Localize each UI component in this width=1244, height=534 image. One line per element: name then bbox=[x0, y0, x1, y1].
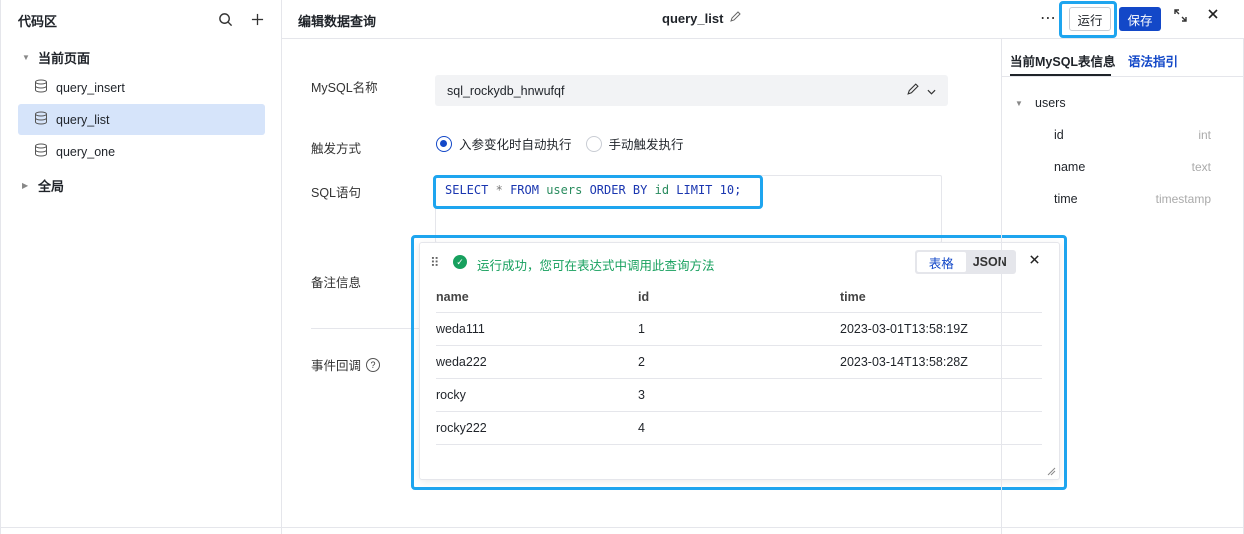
tree-item-query-list[interactable]: query_list bbox=[18, 104, 265, 135]
tree-group-global[interactable]: ▶ 全局 bbox=[22, 176, 64, 195]
tree-item-label: query_one bbox=[56, 144, 116, 159]
remark-label: 备注信息 bbox=[311, 276, 362, 290]
mysql-select[interactable]: sql_rockydb_hnwufqf bbox=[435, 75, 948, 106]
table-cell: 3 bbox=[638, 378, 840, 412]
drag-handle-icon[interactable]: ⠿ bbox=[430, 255, 439, 271]
callback-label: 事件回调 bbox=[311, 359, 362, 373]
view-table-button[interactable]: 表格 bbox=[917, 252, 966, 272]
database-icon bbox=[34, 143, 48, 160]
tree-item-query-insert[interactable]: query_insert bbox=[18, 72, 265, 103]
table-cell: 4 bbox=[638, 411, 840, 445]
edit-icon[interactable] bbox=[729, 11, 742, 26]
caret-right-icon: ▶ bbox=[22, 181, 29, 190]
table-row: rocky222 4 bbox=[436, 411, 1042, 445]
run-button[interactable]: 运行 bbox=[1069, 7, 1111, 31]
table-cell: 1 bbox=[638, 312, 840, 346]
table-info-panel bbox=[1001, 39, 1244, 534]
radio-auto[interactable]: 入参变化时自动执行 bbox=[436, 134, 572, 153]
caret-down-icon: ▼ bbox=[1015, 98, 1023, 108]
callback-row: 事件回调 ? bbox=[311, 355, 381, 374]
table-header-row: name id time bbox=[436, 283, 1042, 313]
tab-syntax-guide[interactable]: 语法指引 bbox=[1128, 51, 1178, 70]
code-panel-title: 代码区 bbox=[18, 14, 58, 29]
field-type: text bbox=[1191, 160, 1211, 174]
success-message: 运行成功，您可在表达式中调用此查询方法 bbox=[477, 259, 715, 273]
caret-down-icon: ▼ bbox=[22, 53, 30, 62]
mysql-name-label: MySQL名称 bbox=[311, 81, 378, 95]
column-header: id bbox=[638, 283, 840, 313]
divider bbox=[311, 328, 421, 329]
radio-manual-label: 手动触发执行 bbox=[608, 138, 684, 152]
field-name: name bbox=[1054, 160, 1086, 174]
trigger-label: 触发方式 bbox=[311, 142, 362, 156]
query-name[interactable]: query_list bbox=[662, 11, 742, 26]
success-check-icon: ✓ bbox=[453, 255, 467, 269]
add-icon[interactable] bbox=[247, 8, 267, 30]
tree-group-label: 当前页面 bbox=[38, 51, 91, 66]
radio-auto-label: 入参变化时自动执行 bbox=[459, 138, 572, 152]
table-node-users[interactable]: ▼ users bbox=[1015, 96, 1066, 110]
active-tab-indicator bbox=[1010, 74, 1111, 76]
result-table: name id time weda111 1 2023-03-01T13:58:… bbox=[436, 283, 1042, 445]
close-icon[interactable] bbox=[1207, 7, 1219, 25]
editor-title: 编辑数据查询 bbox=[298, 14, 377, 29]
table-cell: rocky bbox=[436, 378, 638, 412]
query-name-text: query_list bbox=[662, 11, 724, 26]
database-icon bbox=[34, 79, 48, 96]
field-type: timestamp bbox=[1155, 192, 1211, 206]
edit-icon[interactable] bbox=[906, 82, 919, 99]
help-icon[interactable]: ? bbox=[366, 357, 381, 372]
table-cell: weda222 bbox=[436, 345, 638, 379]
bottom-border bbox=[0, 527, 1244, 528]
table-cell: 2 bbox=[638, 345, 840, 379]
table-row: rocky 3 bbox=[436, 378, 1042, 412]
radio-manual[interactable]: 手动触发执行 bbox=[585, 134, 684, 153]
more-icon[interactable]: ⋯ bbox=[1040, 8, 1057, 28]
search-icon[interactable] bbox=[215, 8, 235, 30]
tabs-divider bbox=[1001, 76, 1244, 77]
tree-item-label: query_list bbox=[56, 112, 110, 127]
sql-highlight bbox=[433, 175, 763, 209]
table-row: weda111 1 2023-03-01T13:58:19Z bbox=[436, 312, 1042, 346]
tree-item-query-one[interactable]: query_one bbox=[18, 136, 265, 167]
database-icon bbox=[34, 111, 48, 128]
table-row: weda222 2 2023-03-14T13:58:28Z bbox=[436, 345, 1042, 379]
table-cell: rocky222 bbox=[436, 411, 638, 445]
radio-selected-icon[interactable] bbox=[436, 135, 452, 152]
field-name: time bbox=[1054, 192, 1078, 206]
radio-unselected-icon[interactable] bbox=[585, 135, 602, 152]
save-button[interactable]: 保存 bbox=[1119, 7, 1161, 31]
table-cell: weda111 bbox=[436, 312, 638, 346]
chevron-down-icon[interactable] bbox=[927, 84, 936, 98]
mysql-select-value: sql_rockydb_hnwufqf bbox=[447, 83, 565, 98]
field-name: id bbox=[1054, 128, 1064, 142]
tree-group-current-page[interactable]: ▼ 当前页面 bbox=[22, 48, 90, 67]
tab-table-info[interactable]: 当前MySQL表信息 bbox=[1010, 51, 1116, 70]
expand-icon[interactable] bbox=[1173, 8, 1188, 27]
field-type: int bbox=[1198, 128, 1211, 142]
trigger-radio-group: 入参变化时自动执行 手动触发执行 bbox=[436, 134, 684, 153]
sql-label: SQL语句 bbox=[311, 186, 362, 200]
table-name: users bbox=[1035, 96, 1066, 110]
column-header: name bbox=[436, 283, 638, 313]
tree-item-label: query_insert bbox=[56, 80, 125, 95]
tree-group-label: 全局 bbox=[38, 179, 65, 194]
